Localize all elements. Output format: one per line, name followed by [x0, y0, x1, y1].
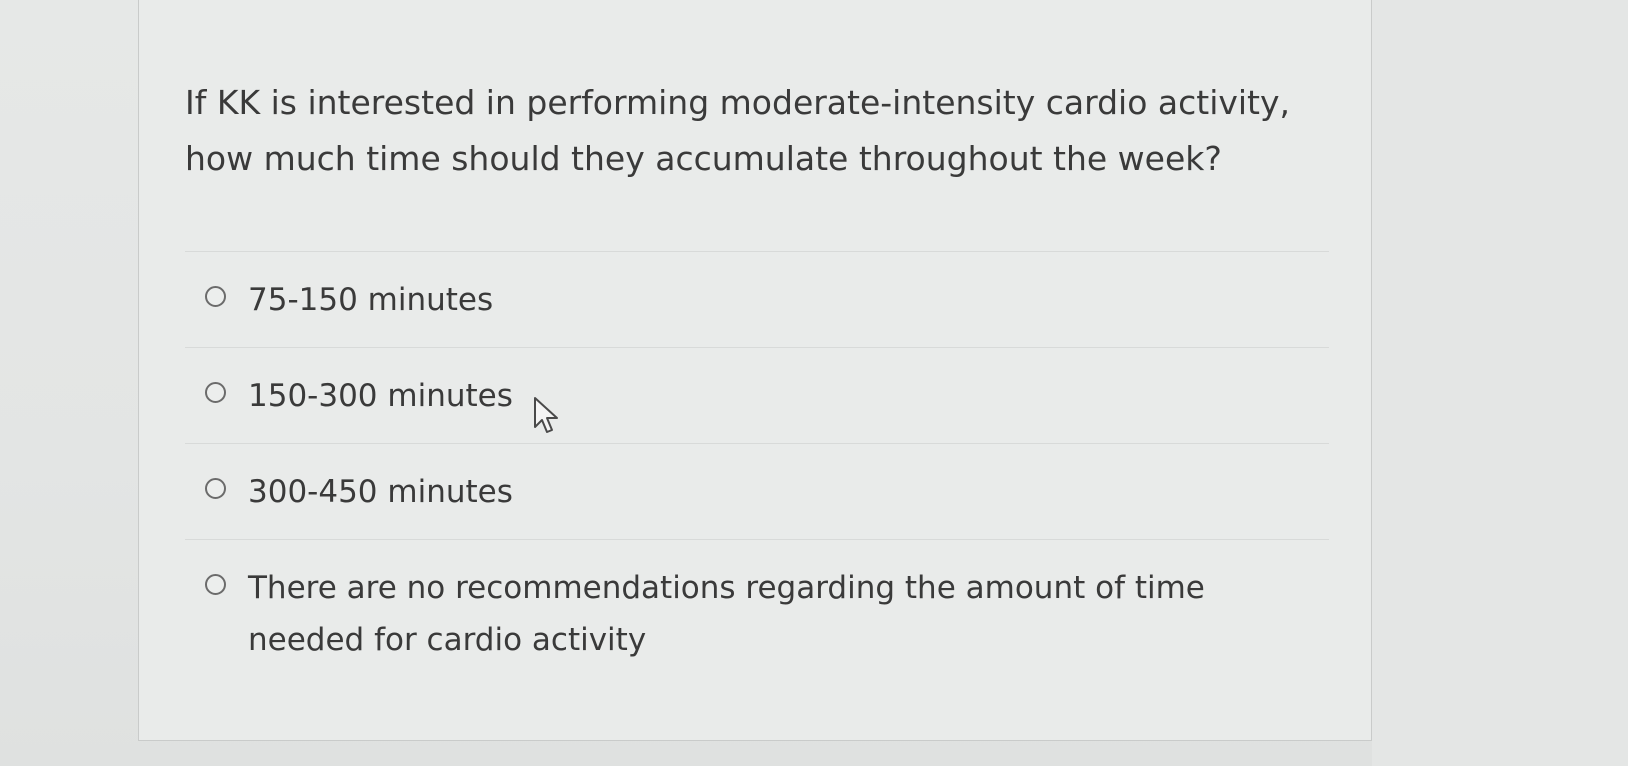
- answer-list: 75-150 minutes 150-300 minutes 300-450 m…: [185, 251, 1329, 669]
- answer-option-4[interactable]: There are no recommendations regarding t…: [185, 539, 1329, 669]
- question-card: If KK is interested in performing modera…: [138, 0, 1372, 741]
- answer-label: 300-450 minutes: [248, 474, 513, 510]
- radio-button-icon[interactable]: [205, 478, 226, 499]
- question-text: If KK is interested in performing modera…: [185, 83, 1291, 178]
- quiz-page: If KK is interested in performing modera…: [0, 0, 1628, 766]
- answer-option-1[interactable]: 75-150 minutes: [185, 251, 1329, 347]
- answer-option-2[interactable]: 150-300 minutes: [185, 347, 1329, 443]
- answer-label: 75-150 minutes: [248, 282, 494, 318]
- radio-button-icon[interactable]: [205, 382, 226, 403]
- background-panel: [1372, 0, 1628, 766]
- answer-label: 150-300 minutes: [248, 378, 513, 414]
- answer-option-3[interactable]: 300-450 minutes: [185, 443, 1329, 539]
- answer-label: There are no recommendations regarding t…: [248, 570, 1205, 658]
- radio-button-icon[interactable]: [205, 286, 226, 307]
- mouse-pointer-icon: [534, 397, 558, 433]
- radio-button-icon[interactable]: [205, 574, 226, 595]
